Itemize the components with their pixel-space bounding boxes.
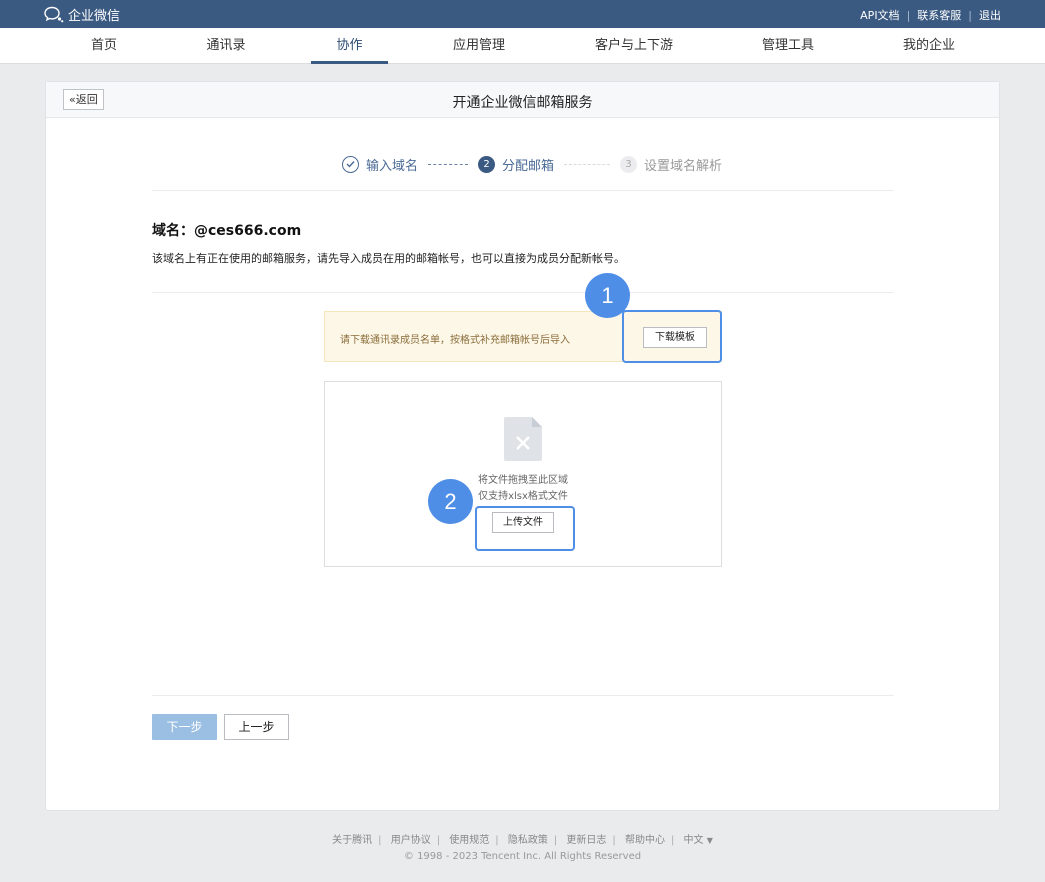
footer-link-help[interactable]: 帮助中心 — [625, 835, 665, 846]
divider — [152, 190, 894, 191]
contact-support-link[interactable]: 联系客服 — [917, 7, 961, 23]
divider — [152, 695, 894, 696]
domain-description: 该域名上有正在使用的邮箱服务，请先导入成员在用的邮箱帐号，也可以直接为成员分配新… — [152, 252, 625, 265]
double-chevron-left-icon: « — [69, 93, 76, 106]
nav-item-management-tools[interactable]: 管理工具 — [748, 28, 828, 64]
nav-item-customers[interactable]: 客户与上下游 — [583, 28, 685, 64]
next-step-button[interactable]: 下一步 — [152, 714, 217, 740]
logout-link[interactable]: 退出 — [979, 7, 1001, 23]
brand-name: 企业微信 — [68, 9, 121, 24]
step-label: 输入域名 — [366, 158, 419, 174]
card-header: 开通企业微信邮箱服务 «返回 — [46, 82, 999, 118]
highlight-upload-file — [475, 506, 575, 551]
back-label: 返回 — [75, 93, 98, 106]
highlight-download-template — [622, 310, 722, 363]
check-icon — [342, 155, 359, 173]
separator: | — [436, 835, 441, 846]
notice-text: 请下载通讯录成员名单，按格式补充邮箱帐号后导入 — [340, 335, 570, 346]
step-connector — [564, 163, 611, 165]
step-number: 3 — [620, 155, 638, 173]
caret-down-icon: ▼ — [706, 836, 713, 845]
upload-hint-drag: 将文件拖拽至此区域 — [478, 475, 568, 486]
language-selector[interactable]: 中文 ▼ — [684, 835, 713, 846]
separator: | — [968, 8, 972, 22]
step-label: 分配邮箱 — [502, 158, 555, 174]
footer-link-guidelines[interactable]: 使用规范 — [449, 835, 489, 846]
separator: | — [495, 835, 499, 846]
api-docs-link[interactable]: API文档 — [860, 7, 899, 23]
nav-item-app-management[interactable]: 应用管理 — [436, 28, 522, 64]
brand-logo[interactable]: 企业微信 — [44, 5, 120, 24]
back-button[interactable]: «返回 — [63, 89, 104, 110]
separator: | — [553, 835, 558, 846]
previous-step-button[interactable]: 上一步 — [224, 714, 289, 740]
separator: | — [378, 835, 382, 846]
nav-item-contacts[interactable]: 通讯录 — [190, 28, 262, 64]
footer-link-changelog[interactable]: 更新日志 — [566, 835, 606, 846]
annotation-badge-2: 2 — [428, 479, 473, 524]
wecom-logo-icon — [44, 6, 64, 23]
invalid-file-icon — [504, 417, 542, 461]
top-links: API文档 | 联系客服 | 退出 — [860, 7, 1001, 23]
separator: | — [670, 835, 675, 846]
step-number: 2 — [478, 155, 496, 173]
separator: | — [612, 835, 616, 846]
upload-hint-format: 仅支持xlsx格式文件 — [478, 491, 568, 502]
language-label: 中文 — [683, 835, 704, 846]
footer-links: 关于腾讯 | 用户协议 | 使用规范 | 隐私政策 | 更新日志 | 帮助中心 | 中文 ▼ — [0, 831, 1045, 846]
separator: | — [906, 8, 911, 22]
nav-item-collaboration[interactable]: 协作 — [311, 28, 388, 64]
annotation-badge-1: 1 — [585, 273, 630, 318]
step-assign-mailbox: 2 分配邮箱 — [478, 155, 554, 174]
nav-item-home[interactable]: 首页 — [72, 28, 136, 64]
footer-link-agreement[interactable]: 用户协议 — [391, 835, 431, 846]
step-input-domain: 输入域名 — [342, 155, 418, 174]
nav-item-my-enterprise[interactable]: 我的企业 — [888, 28, 970, 64]
page-title: 开通企业微信邮箱服务 — [452, 95, 593, 111]
step-label: 设置域名解析 — [644, 158, 723, 174]
divider — [152, 292, 894, 293]
step-dns-setup: 3 设置域名解析 — [620, 155, 722, 174]
step-connector — [428, 163, 469, 165]
footer-link-privacy[interactable]: 隐私政策 — [508, 835, 548, 846]
step-indicator: 输入域名 2 分配邮箱 3 设置域名解析 — [342, 153, 722, 175]
main-card: 开通企业微信邮箱服务 «返回 输入域名 2 分配邮箱 3 设置域名解析 域名：@… — [45, 81, 1000, 811]
footer-link-about[interactable]: 关于腾讯 — [332, 835, 372, 846]
domain-title: 域名：@ces666.com — [152, 223, 302, 239]
copyright: © 1998 - 2023 Tencent Inc. All Rights Re… — [403, 851, 642, 862]
main-nav: 首页 通讯录 协作 应用管理 客户与上下游 管理工具 我的企业 — [0, 28, 1045, 64]
top-bar: 企业微信 API文档 | 联系客服 | 退出 — [0, 0, 1045, 28]
